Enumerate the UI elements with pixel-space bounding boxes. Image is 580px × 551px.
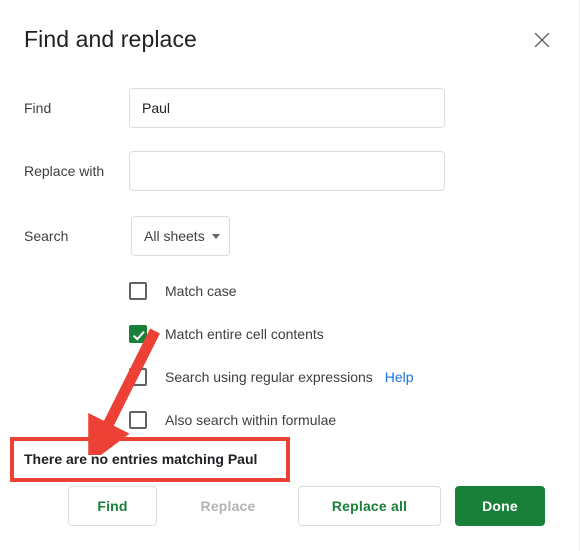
option-also-search-within-formulae[interactable]: Also search within formulae xyxy=(129,410,336,430)
close-button[interactable] xyxy=(530,28,554,52)
annotation-arrow-icon xyxy=(88,328,160,455)
replace-with-input[interactable] xyxy=(129,151,445,191)
option-match-case[interactable]: Match case xyxy=(129,281,237,301)
option-match-entire-cell-contents[interactable]: Match entire cell contents xyxy=(129,324,324,344)
find-and-replace-dialog: Find and replace Find Replace with Searc… xyxy=(0,0,580,551)
find-button[interactable]: Find xyxy=(68,486,157,526)
page-title: Find and replace xyxy=(24,26,197,52)
regex-help-link[interactable]: Help xyxy=(385,367,414,387)
replace-with-label: Replace with xyxy=(24,163,105,179)
done-button[interactable]: Done xyxy=(455,486,545,526)
find-label: Find xyxy=(24,100,52,116)
status-message: There are no entries matching Paul xyxy=(24,451,258,467)
replace-button[interactable]: Replace xyxy=(175,486,281,526)
match-case-label: Match case xyxy=(165,283,237,299)
search-formulae-checkbox[interactable] xyxy=(129,411,147,429)
search-formulae-label: Also search within formulae xyxy=(165,412,337,428)
match-entire-cell-contents-checkbox[interactable] xyxy=(129,325,147,343)
match-case-checkbox[interactable] xyxy=(129,282,147,300)
replace-all-button[interactable]: Replace all xyxy=(298,486,441,526)
search-regex-checkbox[interactable] xyxy=(129,368,147,386)
option-search-using-regular-expressions[interactable]: Search using regular expressions Help xyxy=(129,367,414,387)
search-regex-label: Search using regular expressions xyxy=(165,369,373,385)
search-label: Search xyxy=(24,228,69,244)
close-icon xyxy=(534,32,550,48)
chevron-down-icon xyxy=(212,233,220,239)
match-entire-cell-contents-label: Match entire cell contents xyxy=(165,326,324,342)
search-scope-value: All sheets xyxy=(144,228,205,244)
search-scope-dropdown[interactable]: All sheets xyxy=(131,216,230,256)
find-input[interactable] xyxy=(129,88,445,128)
